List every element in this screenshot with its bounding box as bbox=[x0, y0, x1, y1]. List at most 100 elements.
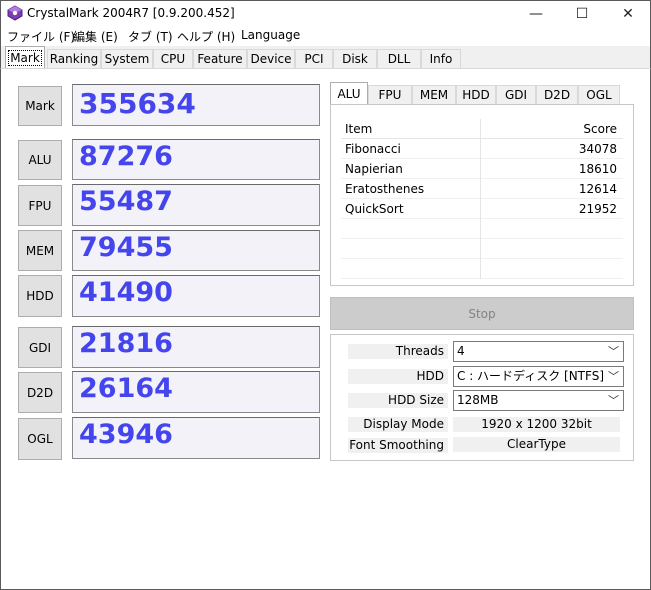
benchmark-tab-bar: ALU FPU MEM HDD GDI D2D OGL bbox=[330, 82, 634, 105]
column-separator bbox=[480, 119, 481, 139]
tab-device[interactable]: Device bbox=[247, 49, 295, 68]
fpu-button[interactable]: FPU bbox=[18, 185, 62, 226]
mem-button[interactable]: MEM bbox=[18, 230, 62, 271]
column-separator bbox=[480, 139, 481, 159]
gdi-score-box: 21816 bbox=[72, 326, 320, 368]
alu-score-box: 87276 bbox=[72, 139, 320, 180]
hdd-value: C : ハードディスク [NTFS] bbox=[457, 369, 605, 383]
ogl-button[interactable]: OGL bbox=[18, 418, 62, 460]
menu-bar: ファイル (F) 編集 (E) タブ (T) ヘルプ (H) Language bbox=[0, 26, 651, 46]
tab-feature[interactable]: Feature bbox=[193, 49, 247, 68]
tab-mark[interactable]: Mark bbox=[5, 46, 45, 68]
hdd-select[interactable]: C : ハードディスク [NTFS] ﹀ bbox=[453, 366, 624, 387]
column-separator bbox=[480, 199, 481, 219]
tab-info[interactable]: Info bbox=[421, 49, 461, 68]
window-title: CrystalMark 2004R7 [0.9.200.452] bbox=[27, 6, 235, 20]
column-separator bbox=[480, 219, 481, 239]
mark-score-box: 355634 bbox=[72, 84, 320, 126]
chevron-down-icon: ﹀ bbox=[608, 394, 619, 407]
tab-pci[interactable]: PCI bbox=[295, 49, 333, 68]
empty-row bbox=[341, 239, 623, 259]
hdd-button[interactable]: HDD bbox=[18, 275, 62, 317]
display-mode-value: 1920 x 1200 32bit bbox=[453, 417, 620, 432]
tab-disk[interactable]: Disk bbox=[333, 49, 377, 68]
tab-ranking[interactable]: Ranking bbox=[47, 49, 101, 68]
threads-label: Threads bbox=[348, 344, 448, 359]
hdd-size-value: 128MB bbox=[457, 393, 499, 407]
alu-button[interactable]: ALU bbox=[18, 140, 62, 180]
subtab-mem[interactable]: MEM bbox=[412, 85, 456, 104]
maximize-button[interactable]: ☐ bbox=[559, 1, 605, 27]
table-row: Fibonacci 34078 bbox=[341, 139, 623, 159]
menu-file[interactable]: ファイル (F) bbox=[7, 28, 75, 45]
chevron-down-icon: ﹀ bbox=[608, 345, 619, 358]
subtab-fpu[interactable]: FPU bbox=[368, 85, 412, 104]
table-header: Item Score bbox=[341, 119, 623, 139]
row-score: 21952 bbox=[578, 202, 617, 216]
subtab-d2d[interactable]: D2D bbox=[536, 85, 578, 104]
row-score: 12614 bbox=[578, 182, 617, 196]
menu-help[interactable]: ヘルプ (H) bbox=[177, 28, 235, 45]
tab-system[interactable]: System bbox=[101, 49, 153, 68]
menu-tab[interactable]: タブ (T) bbox=[128, 28, 173, 45]
menu-language[interactable]: Language bbox=[241, 28, 300, 42]
close-icon: ✕ bbox=[622, 6, 634, 22]
stop-button[interactable]: Stop bbox=[330, 297, 634, 330]
row-item: Napierian bbox=[345, 162, 403, 176]
close-button[interactable]: ✕ bbox=[605, 1, 651, 27]
tab-cpu[interactable]: CPU bbox=[153, 49, 193, 68]
display-mode-label: Display Mode bbox=[348, 417, 448, 432]
gdi-button[interactable]: GDI bbox=[18, 327, 62, 368]
d2d-button[interactable]: D2D bbox=[18, 372, 62, 413]
row-score: 34078 bbox=[578, 142, 617, 156]
mem-score: 79455 bbox=[79, 232, 173, 263]
title-bar: CrystalMark 2004R7 [0.9.200.452] — ☐ ✕ bbox=[0, 0, 651, 26]
threads-select[interactable]: 4 ﹀ bbox=[453, 341, 624, 362]
row-score: 18610 bbox=[578, 162, 617, 176]
row-item: Eratosthenes bbox=[345, 182, 425, 196]
settings-panel: Threads 4 ﹀ HDD C : ハードディスク [NTFS] ﹀ HDD… bbox=[330, 334, 634, 461]
chevron-down-icon: ﹀ bbox=[608, 370, 619, 383]
mark-button[interactable]: Mark bbox=[18, 86, 62, 126]
subtab-alu[interactable]: ALU bbox=[330, 82, 368, 105]
row-item: Fibonacci bbox=[345, 142, 401, 156]
column-separator bbox=[480, 179, 481, 199]
result-table: Item Score Fibonacci 34078 Napierian 186… bbox=[341, 119, 623, 279]
table-row: Napierian 18610 bbox=[341, 159, 623, 179]
table-row: QuickSort 21952 bbox=[341, 199, 623, 219]
subtab-gdi[interactable]: GDI bbox=[496, 85, 536, 104]
column-separator bbox=[480, 159, 481, 179]
d2d-score: 26164 bbox=[79, 373, 173, 404]
minimize-button[interactable]: — bbox=[513, 1, 559, 27]
subtab-ogl[interactable]: OGL bbox=[578, 85, 620, 104]
subtab-hdd[interactable]: HDD bbox=[456, 85, 496, 104]
minimize-icon: — bbox=[529, 6, 543, 22]
crystalmark-app-icon bbox=[7, 5, 23, 21]
column-header-item: Item bbox=[345, 122, 373, 136]
column-separator bbox=[480, 259, 481, 279]
d2d-score-box: 26164 bbox=[72, 371, 320, 413]
column-separator bbox=[480, 239, 481, 259]
fpu-score: 55487 bbox=[79, 186, 173, 217]
hdd-score: 41490 bbox=[79, 277, 173, 308]
alu-score: 87276 bbox=[79, 141, 173, 172]
column-header-score: Score bbox=[583, 122, 617, 136]
row-item: QuickSort bbox=[345, 202, 404, 216]
table-row: Eratosthenes 12614 bbox=[341, 179, 623, 199]
hdd-label: HDD bbox=[348, 369, 448, 384]
maximize-icon: ☐ bbox=[575, 6, 589, 22]
fpu-score-box: 55487 bbox=[72, 184, 320, 226]
ogl-score: 43946 bbox=[79, 419, 173, 450]
font-smoothing-label: Font Smoothing bbox=[348, 438, 448, 453]
threads-value: 4 bbox=[457, 344, 465, 358]
main-tab-bar: Mark Ranking System CPU Feature Device P… bbox=[0, 46, 651, 68]
menu-edit[interactable]: 編集 (E) bbox=[73, 28, 118, 45]
gdi-score: 21816 bbox=[79, 328, 173, 359]
mark-score: 355634 bbox=[79, 87, 196, 120]
hdd-score-box: 41490 bbox=[72, 275, 320, 317]
empty-row bbox=[341, 259, 623, 279]
tab-dll[interactable]: DLL bbox=[377, 49, 421, 68]
mem-score-box: 79455 bbox=[72, 230, 320, 271]
font-smoothing-value: ClearType bbox=[453, 437, 620, 452]
hdd-size-select[interactable]: 128MB ﹀ bbox=[453, 390, 624, 411]
